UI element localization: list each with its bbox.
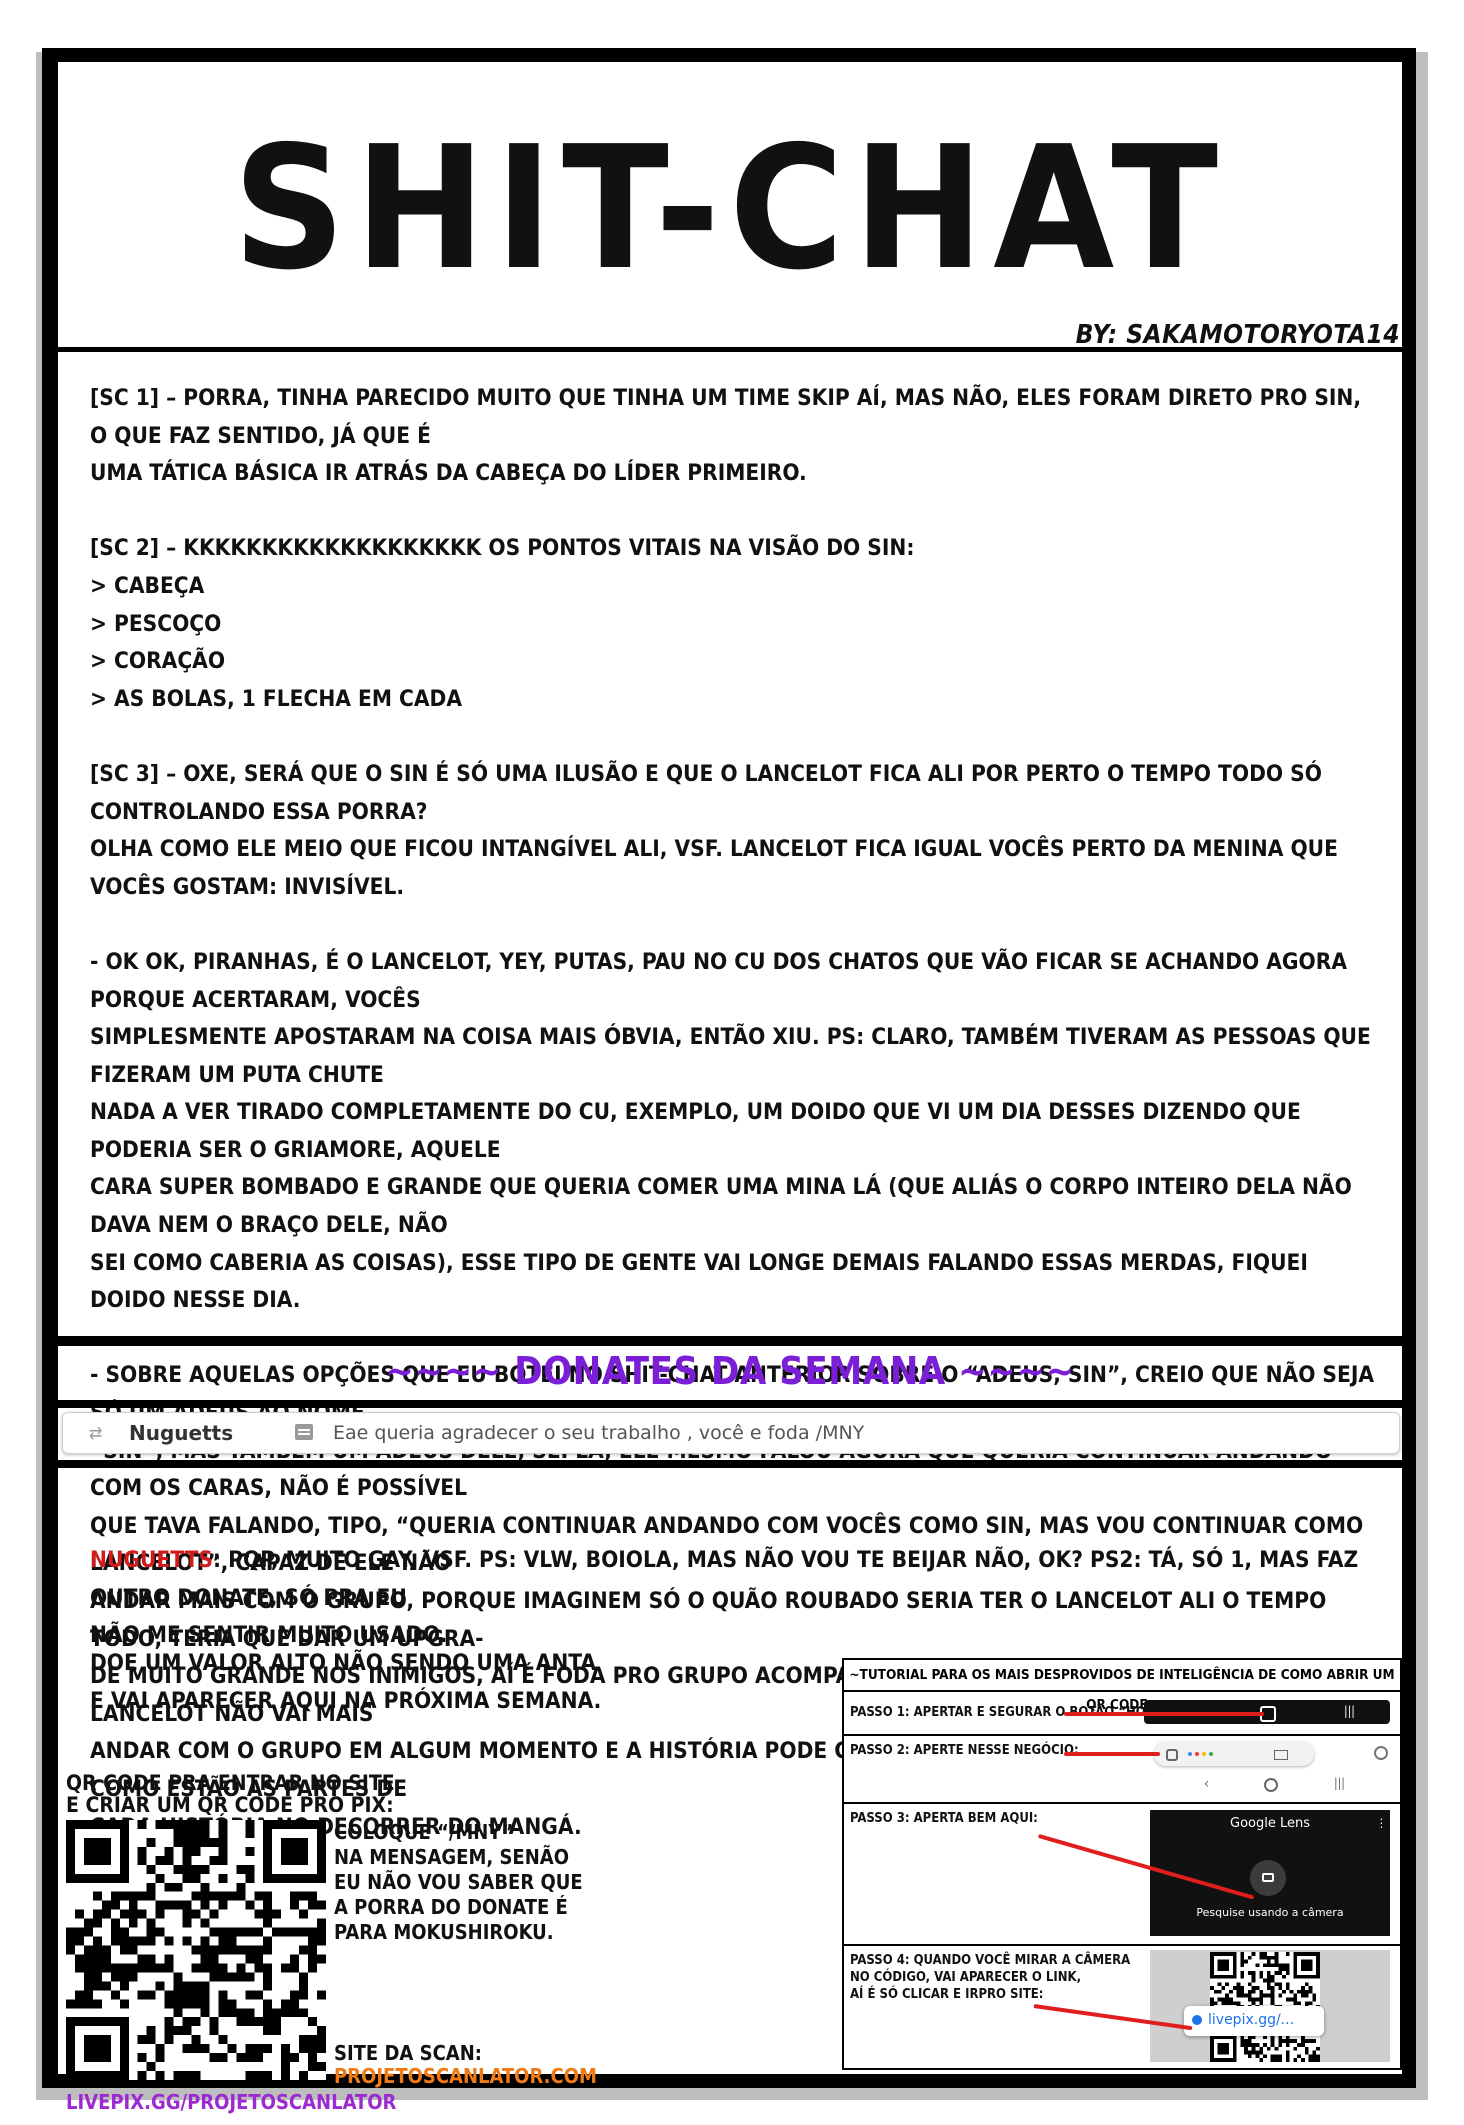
body-paragraph: [SC 2] – KKKKKKKKKKKKKKKKKKK OS PONTOS V… bbox=[90, 530, 1376, 718]
qr-instruction-line: EU NÃO VOU SABER QUE bbox=[334, 1870, 583, 1894]
body-line: [SC 2] – KKKKKKKKKKKKKKKKKKK OS PONTOS V… bbox=[90, 535, 915, 562]
lens-subtitle: Pesquise usando a câmera bbox=[1196, 1906, 1344, 1919]
camera-preview: livepix.gg/... bbox=[1150, 1950, 1390, 2062]
keyboard-icon[interactable] bbox=[1274, 1750, 1288, 1760]
recents-icon[interactable]: ||| bbox=[1344, 1704, 1355, 1718]
body-line: > CORAÇÃO bbox=[90, 648, 226, 675]
page-panel: SHIT-CHAT BY: SAKAMOTORYOTA14 [SC 1] – P… bbox=[58, 62, 1402, 2114]
qr-instruction-line: PARA MOKUSHIROKU. bbox=[334, 1920, 554, 1944]
assistant-bar bbox=[1154, 1742, 1314, 1766]
chat-icon bbox=[295, 1424, 313, 1440]
compass-icon bbox=[1374, 1746, 1388, 1760]
recents-icon[interactable]: ||| bbox=[1334, 1776, 1345, 1790]
tutorial-step-1: PASSO 1: APERTAR E SEGURAR O BOTÃO “HOME… bbox=[844, 1692, 1400, 1736]
qr-caption-line: QR CODE PRA ENTRAR NO SITE bbox=[66, 1771, 395, 1795]
arrow-icon bbox=[1064, 1752, 1160, 1756]
header-divider bbox=[58, 347, 1402, 352]
back-icon[interactable]: ‹ bbox=[1204, 1776, 1209, 1792]
tutorial-step-4: PASSO 4: QUANDO VOCÊ MIRAR A CÂMERA NO C… bbox=[844, 1946, 1400, 2068]
link-chip[interactable]: livepix.gg/... bbox=[1184, 2006, 1324, 2036]
step-2-label: PASSO 2: APERTE NESSE NEGÓCIO: bbox=[850, 1743, 1079, 1758]
donate-reply: NUGUETTS: PQP, MUITO GAY, VSF. PS: VLW, … bbox=[90, 1542, 1376, 1655]
donates-bottom-divider bbox=[58, 1460, 1402, 1468]
donate-card: ⇄ Nuguetts Eae queria agradecer o seu tr… bbox=[62, 1412, 1400, 1454]
livepix-link[interactable]: LIVEPIX.GG/PROJETOSCANLATOR bbox=[66, 2090, 396, 2114]
arrow-icon bbox=[1064, 1712, 1264, 1716]
body-line: UMA TÁTICA BÁSICA IR ATRÁS DA CABEÇA DO … bbox=[90, 460, 807, 487]
tutorial-title: ~TUTORIAL PARA OS MAIS DESPROVIDOS DE IN… bbox=[844, 1660, 1400, 1713]
donor-message: Eae queria agradecer o seu trabalho , vo… bbox=[333, 1422, 865, 1444]
lens-title: Google Lens bbox=[1230, 1816, 1310, 1831]
camera-icon bbox=[1262, 1873, 1274, 1882]
donate-call: DOE UM VALOR ALTO NÃO SENDO UMA ANTA E V… bbox=[90, 1645, 601, 1720]
reply-name: NUGUETTS bbox=[90, 1547, 213, 1573]
swap-icon: ⇄ bbox=[89, 1423, 103, 1444]
assistant-dots-icon bbox=[1188, 1752, 1192, 1756]
donate-call-line: DOE UM VALOR ALTO NÃO SENDO UMA ANTA bbox=[90, 1650, 597, 1676]
body-line: [SC 3] – OXE, SERÁ QUE O SIN É SÓ UMA IL… bbox=[90, 760, 1322, 825]
link-text: livepix.gg/... bbox=[1208, 2012, 1295, 2028]
donor-name: Nuguetts bbox=[129, 1421, 234, 1445]
qr-caption-line: E CRIAR UM QR CODE PRO PIX: bbox=[66, 1793, 394, 1817]
body-line: SEI COMO CABERIA AS COISAS), ESSE TIPO D… bbox=[90, 1249, 1308, 1314]
qr-code[interactable] bbox=[66, 1820, 326, 2080]
qr-instructions: COLOQUE “/MNY” NA MENSAGEM, SENÃO EU NÃO… bbox=[334, 1820, 583, 1945]
tutorial-step-2: PASSO 2: APERTE NESSE NEGÓCIO: ‹ ||| bbox=[844, 1736, 1400, 1804]
page-title: SHIT-CHAT bbox=[232, 110, 1228, 308]
body-line: > CABEÇA bbox=[90, 572, 205, 599]
qr-instruction-line: NA MENSAGEM, SENÃO bbox=[334, 1845, 569, 1869]
body-line: [SC 1] – PORRA, TINHA PARECIDO MUITO QUE… bbox=[90, 385, 1362, 449]
step-4-line: NO CÓDIGO, VAI APARECER O LINK, bbox=[850, 1970, 1082, 1985]
google-lens-screen: Google Lens ⋮ Pesquise usando a câmera bbox=[1150, 1810, 1390, 1936]
tutorial-step-3: PASSO 3: APERTA BEM AQUI: Google Lens ⋮ … bbox=[844, 1804, 1400, 1946]
site-label: SITE DA SCAN: bbox=[334, 2041, 482, 2065]
home-circle-icon[interactable] bbox=[1264, 1778, 1278, 1792]
qr-instruction-line: A PORRA DO DONATE É bbox=[334, 1895, 568, 1919]
site-link[interactable]: PROJETOSCANLATOR.COM bbox=[334, 2064, 597, 2088]
menu-icon[interactable]: ⋮ bbox=[1376, 1816, 1387, 1830]
body-line: SIMPLESMENTE APOSTARAM NA COISA MAIS ÓBV… bbox=[90, 1024, 1371, 1088]
body-paragraph: [SC 3] – OXE, SERÁ QUE O SIN É SÓ UMA IL… bbox=[90, 756, 1376, 906]
body-line: > PESCOÇO bbox=[90, 610, 222, 637]
donate-call-line: E VAI APARECER AQUI NA PRÓXIMA SEMANA. bbox=[90, 1687, 602, 1714]
link-icon bbox=[1192, 2015, 1202, 2025]
qr-tutorial: ~TUTORIAL PARA OS MAIS DESPROVIDOS DE IN… bbox=[842, 1658, 1402, 2070]
step-3-label: PASSO 3: APERTA BEM AQUI: bbox=[850, 1811, 1038, 1826]
qr-caption: QR CODE PRA ENTRAR NO SITE E CRIAR UM QR… bbox=[66, 1772, 395, 1816]
donates-mid-divider bbox=[58, 1400, 1402, 1408]
body-line: - OK OK, PIRANHAS, É O LANCELOT, YEY, PU… bbox=[90, 948, 1348, 1013]
lens-icon[interactable] bbox=[1166, 1749, 1178, 1761]
camera-button[interactable] bbox=[1250, 1860, 1286, 1896]
body-paragraph: [SC 1] – PORRA, TINHA PARECIDO MUITO QUE… bbox=[90, 380, 1376, 493]
body-line: NADA A VER TIRADO COMPLETAMENTE DO CU, E… bbox=[90, 1099, 1301, 1163]
reply-line-1: : PQP, MUITO GAY, VSF. PS: VLW, BOIOLA, … bbox=[90, 1547, 1359, 1611]
step-4-line: PASSO 4: QUANDO VOCÊ MIRAR A CÂMERA bbox=[850, 1953, 1131, 1968]
body-paragraph: - OK OK, PIRANHAS, É O LANCELOT, YEY, PU… bbox=[90, 944, 1376, 1320]
body-line: > AS BOLAS, 1 FLECHA EM CADA bbox=[90, 685, 463, 712]
qr-instruction-line: COLOQUE “/MNY” bbox=[334, 1820, 514, 1844]
donates-title: ~~~~ DONATES DA SEMANA ~~~~ bbox=[385, 1349, 1075, 1393]
step-4-label: PASSO 4: QUANDO VOCÊ MIRAR A CÂMERA NO C… bbox=[850, 1952, 1130, 2003]
step-4-line: AÍ É SÓ CLICAR E IRPRO SITE: bbox=[850, 1987, 1044, 2002]
body-line: OLHA COMO ELE MEIO QUE FICOU INTANGÍVEL … bbox=[90, 836, 1338, 900]
body-line: CARA SUPER BOMBADO E GRANDE QUE QUERIA C… bbox=[90, 1174, 1352, 1239]
donates-top-divider bbox=[58, 1336, 1402, 1346]
byline: BY: SAKAMOTORYOTA14 bbox=[1075, 320, 1400, 350]
